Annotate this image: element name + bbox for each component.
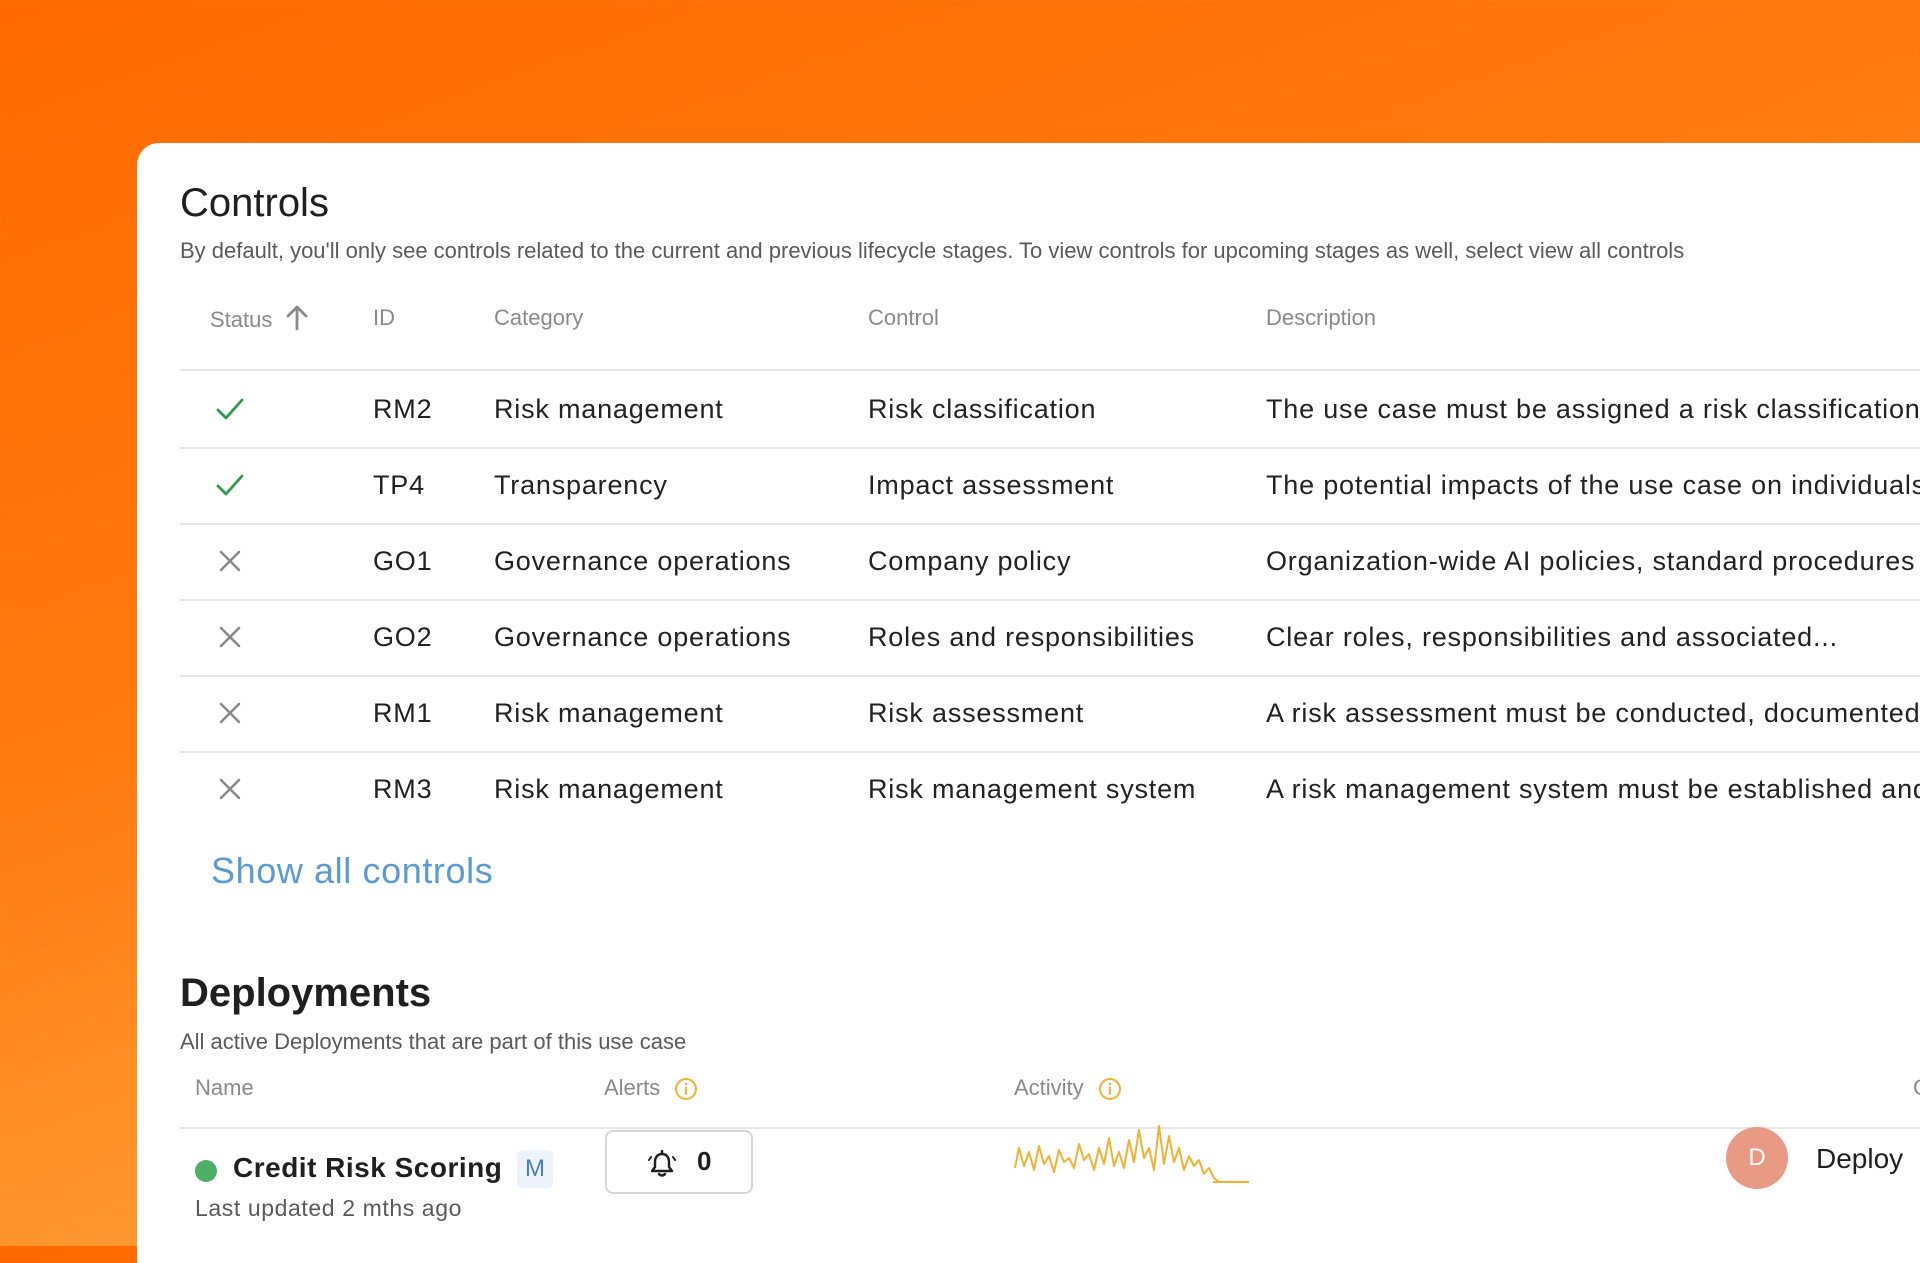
header-alerts[interactable]: Alerts bbox=[604, 1075, 698, 1101]
cell-description: Organization-wide AI policies, standard … bbox=[1266, 546, 1916, 576]
x-icon bbox=[219, 626, 241, 648]
cell-id: RM3 bbox=[373, 774, 433, 804]
cell-category: Risk management bbox=[494, 698, 724, 728]
avatar: D bbox=[1726, 1127, 1788, 1189]
table-row[interactable]: RM1 Risk management Risk assessment A risk … bbox=[180, 675, 1920, 751]
header-status-label: Status bbox=[210, 307, 273, 332]
status-dot bbox=[195, 1160, 217, 1182]
cell-category: Governance operations bbox=[494, 622, 792, 652]
activity-sparkline bbox=[1014, 1125, 1249, 1183]
deployment-badge: M bbox=[517, 1150, 553, 1188]
cell-category: Risk management bbox=[494, 394, 724, 424]
deployment-updated: Last updated 2 mths ago bbox=[195, 1195, 462, 1221]
table-row[interactable]: RM3 Risk management Risk management system… bbox=[180, 751, 1920, 827]
header-status[interactable]: Status bbox=[210, 305, 309, 333]
header-activity[interactable]: Activity bbox=[1014, 1075, 1122, 1101]
header-alerts-label: Alerts bbox=[604, 1075, 661, 1100]
x-icon bbox=[219, 550, 241, 572]
cell-control: Risk classification bbox=[868, 394, 1097, 424]
cell-description: A risk assessment must be conducted, doc… bbox=[1266, 698, 1920, 728]
header-overflow[interactable]: C bbox=[1913, 1075, 1920, 1101]
info-icon bbox=[1098, 1078, 1121, 1101]
cell-id: GO2 bbox=[373, 622, 433, 652]
deployment-owner-label: Deploy bbox=[1816, 1143, 1904, 1174]
cell-category: Risk management bbox=[494, 774, 724, 804]
cell-category: Governance operations bbox=[494, 546, 792, 576]
header-description[interactable]: Description bbox=[1266, 305, 1376, 331]
check-icon bbox=[216, 474, 244, 496]
table-row[interactable]: GO2 Governance operations Roles and respon… bbox=[180, 599, 1920, 675]
deployment-name[interactable]: Credit Risk Scoring bbox=[233, 1152, 502, 1184]
controls-description: By default, you'll only see controls rel… bbox=[180, 238, 1685, 263]
header-category[interactable]: Category bbox=[494, 305, 583, 331]
table-row[interactable]: GO1 Governance operations Company policy Or… bbox=[180, 523, 1920, 599]
bell-icon bbox=[648, 1150, 676, 1177]
table-row[interactable]: RM2 Risk management Risk classification The… bbox=[180, 371, 1920, 447]
header-name[interactable]: Name bbox=[195, 1075, 254, 1101]
cell-id: RM1 bbox=[373, 698, 433, 728]
deployment-row[interactable]: Credit Risk Scoring M Last updated 2 mth… bbox=[180, 1125, 1920, 1263]
show-all-controls-link[interactable]: Show all controls bbox=[211, 850, 493, 892]
cell-description: A risk management system must be establi… bbox=[1266, 774, 1920, 804]
main-card: Controls By default, you'll only see con… bbox=[137, 143, 1920, 1263]
check-icon bbox=[216, 398, 244, 420]
arrow-up-icon bbox=[286, 305, 307, 331]
cell-id: GO1 bbox=[373, 546, 433, 576]
controls-title: Controls bbox=[180, 181, 329, 225]
header-id[interactable]: ID bbox=[373, 305, 395, 331]
table-row[interactable]: TP4 Transparency Impact assessment The pote… bbox=[180, 447, 1920, 523]
cell-description: Clear roles, responsibilities and associ… bbox=[1266, 622, 1838, 652]
header-activity-label: Activity bbox=[1014, 1075, 1084, 1100]
cell-id: TP4 bbox=[373, 470, 425, 500]
x-icon bbox=[219, 778, 241, 800]
cell-description: The potential impacts of the use case on… bbox=[1266, 470, 1920, 500]
cell-id: RM2 bbox=[373, 394, 433, 424]
cell-control: Risk management system bbox=[868, 774, 1197, 804]
cell-control: Impact assessment bbox=[868, 470, 1115, 500]
deployments-description: All active Deployments that are part of … bbox=[180, 1029, 687, 1054]
cell-control: Risk assessment bbox=[868, 698, 1085, 728]
x-icon bbox=[219, 702, 241, 724]
cell-description: The use case must be assigned a risk cla… bbox=[1266, 394, 1920, 424]
info-icon bbox=[675, 1078, 698, 1101]
cell-category: Transparency bbox=[494, 470, 668, 500]
alerts-count: 0 bbox=[697, 1146, 712, 1176]
cell-control: Company policy bbox=[868, 546, 1072, 576]
deployments-title: Deployments bbox=[180, 971, 432, 1015]
header-control[interactable]: Control bbox=[868, 305, 939, 331]
alerts-button[interactable]: 0 bbox=[605, 1130, 753, 1194]
card-content: Controls By default, you'll only see con… bbox=[180, 143, 1920, 1263]
cell-control: Roles and responsibilities bbox=[868, 622, 1195, 652]
